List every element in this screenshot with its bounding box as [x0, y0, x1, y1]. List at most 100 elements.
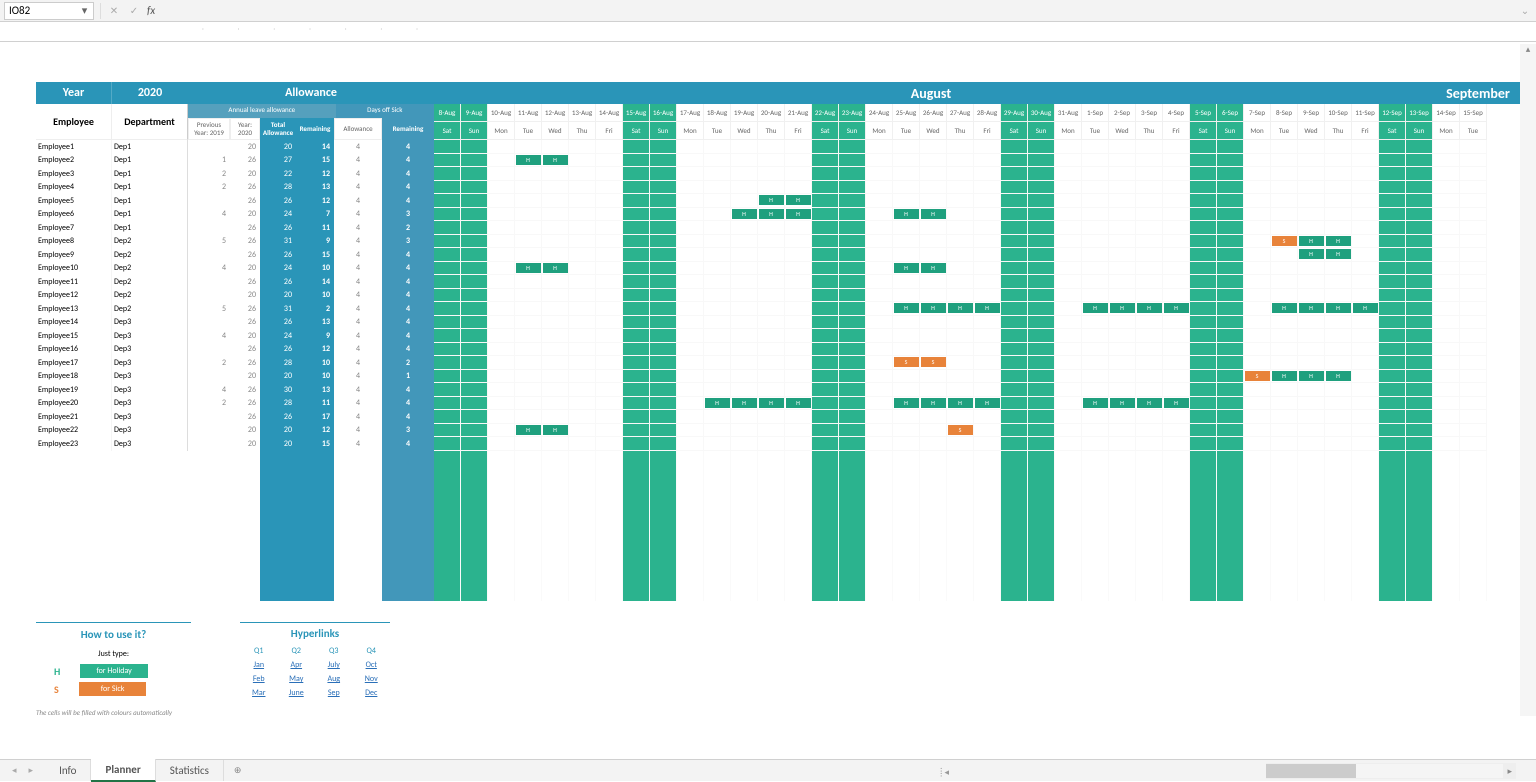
day-cell[interactable] — [1163, 194, 1190, 208]
day-cell[interactable] — [650, 356, 677, 370]
day-cell[interactable] — [1055, 262, 1082, 276]
year-2020-val[interactable]: 20 — [230, 289, 260, 303]
day-cell[interactable] — [731, 329, 758, 343]
day-cell[interactable] — [515, 410, 542, 424]
day-cell[interactable] — [1433, 167, 1460, 181]
day-cell[interactable] — [1406, 221, 1433, 235]
day-cell[interactable] — [677, 275, 704, 289]
day-cell[interactable] — [650, 397, 677, 411]
sick-allow-val[interactable]: 4 — [334, 343, 382, 357]
day-cell[interactable] — [1190, 167, 1217, 181]
day-cell[interactable] — [704, 383, 731, 397]
day-cell[interactable] — [1055, 248, 1082, 262]
empty-cell[interactable] — [1244, 451, 1271, 601]
day-cell[interactable] — [785, 370, 812, 384]
day-cell[interactable] — [920, 343, 947, 357]
day-cell[interactable] — [434, 154, 461, 168]
day-cell[interactable] — [893, 248, 920, 262]
day-cell[interactable] — [542, 167, 569, 181]
day-cell[interactable] — [785, 437, 812, 451]
day-cell[interactable] — [893, 410, 920, 424]
day-cell[interactable] — [542, 410, 569, 424]
sick-allow-val[interactable]: 4 — [334, 140, 382, 154]
day-cell[interactable] — [731, 194, 758, 208]
day-cell[interactable] — [1352, 167, 1379, 181]
day-cell[interactable] — [785, 262, 812, 276]
department[interactable]: Dep2 — [112, 248, 188, 262]
day-cell[interactable] — [1055, 424, 1082, 438]
day-cell[interactable] — [1136, 262, 1163, 276]
prev-year-val[interactable]: 4 — [188, 262, 230, 276]
day-cell[interactable] — [1136, 329, 1163, 343]
day-cell[interactable] — [731, 167, 758, 181]
day-cell[interactable] — [677, 383, 704, 397]
day-cell[interactable] — [1217, 424, 1244, 438]
day-cell[interactable] — [947, 316, 974, 330]
sick-allow-val[interactable]: 4 — [334, 329, 382, 343]
prev-year-val[interactable] — [188, 410, 230, 424]
day-cell[interactable] — [1352, 194, 1379, 208]
day-cell[interactable] — [515, 397, 542, 411]
day-cell[interactable] — [1379, 248, 1406, 262]
day-cell[interactable] — [1352, 275, 1379, 289]
day-cell[interactable] — [704, 181, 731, 195]
day-cell[interactable] — [704, 275, 731, 289]
month-link[interactable]: Nov — [353, 672, 391, 686]
day-cell[interactable] — [893, 194, 920, 208]
day-cell[interactable] — [434, 235, 461, 249]
year-2020-val[interactable]: 20 — [230, 262, 260, 276]
day-cell[interactable]: S — [1244, 370, 1271, 384]
day-cell[interactable] — [1136, 383, 1163, 397]
day-cell[interactable] — [1082, 383, 1109, 397]
day-cell[interactable] — [1217, 181, 1244, 195]
day-cell[interactable] — [623, 410, 650, 424]
day-cell[interactable] — [1352, 262, 1379, 276]
day-cell[interactable]: H — [515, 154, 542, 168]
day-cell[interactable] — [785, 154, 812, 168]
day-cell[interactable] — [677, 181, 704, 195]
day-cell[interactable] — [542, 437, 569, 451]
day-cell[interactable]: H — [893, 302, 920, 316]
day-cell[interactable] — [650, 262, 677, 276]
day-cell[interactable] — [677, 235, 704, 249]
day-cell[interactable] — [596, 194, 623, 208]
day-cell[interactable]: H — [920, 262, 947, 276]
day-cell[interactable] — [758, 181, 785, 195]
day-cell[interactable] — [461, 208, 488, 222]
day-cell[interactable] — [650, 235, 677, 249]
employee-name[interactable]: Employee17 — [36, 356, 112, 370]
day-cell[interactable] — [1082, 424, 1109, 438]
day-cell[interactable] — [434, 302, 461, 316]
day-cell[interactable] — [974, 154, 1001, 168]
day-cell[interactable] — [812, 262, 839, 276]
day-cell[interactable] — [1433, 275, 1460, 289]
day-cell[interactable] — [1190, 424, 1217, 438]
day-cell[interactable] — [866, 343, 893, 357]
sheet-canvas[interactable]: Year 2020 Allowance August September Emp… — [36, 82, 1528, 601]
day-cell[interactable] — [1433, 140, 1460, 154]
day-cell[interactable] — [785, 248, 812, 262]
day-cell[interactable] — [1082, 194, 1109, 208]
day-cell[interactable] — [596, 154, 623, 168]
day-cell[interactable] — [1136, 356, 1163, 370]
day-cell[interactable] — [1028, 154, 1055, 168]
day-cell[interactable] — [1433, 194, 1460, 208]
day-cell[interactable] — [947, 194, 974, 208]
day-cell[interactable] — [1001, 167, 1028, 181]
day-cell[interactable] — [1028, 275, 1055, 289]
day-cell[interactable] — [1406, 343, 1433, 357]
day-cell[interactable] — [542, 397, 569, 411]
day-cell[interactable] — [1325, 181, 1352, 195]
day-cell[interactable] — [947, 221, 974, 235]
day-cell[interactable] — [1001, 235, 1028, 249]
day-cell[interactable] — [1379, 316, 1406, 330]
day-cell[interactable] — [1379, 356, 1406, 370]
day-cell[interactable] — [758, 410, 785, 424]
day-cell[interactable] — [704, 194, 731, 208]
employee-name[interactable]: Employee7 — [36, 221, 112, 235]
day-cell[interactable] — [596, 356, 623, 370]
prev-year-val[interactable] — [188, 275, 230, 289]
day-cell[interactable] — [461, 262, 488, 276]
prev-year-val[interactable] — [188, 343, 230, 357]
empty-cell[interactable] — [1082, 451, 1109, 601]
